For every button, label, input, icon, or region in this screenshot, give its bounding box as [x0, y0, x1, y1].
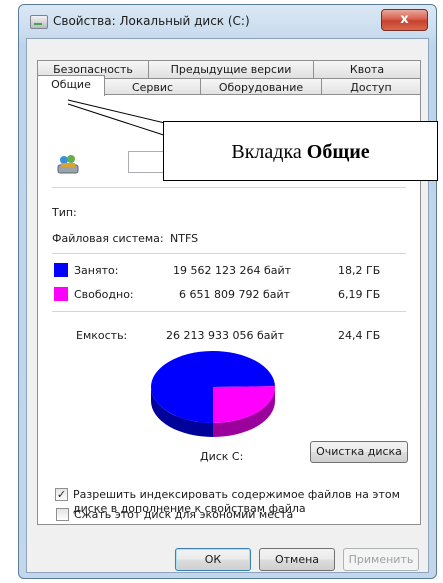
callout-box: Вкладка Общие [163, 121, 438, 181]
type-label: Тип: [52, 206, 77, 219]
free-bytes: 6 651 809 792 байт [179, 288, 291, 301]
divider [52, 187, 406, 188]
dialog-body: Безопасность Предыдущие версии Квота Общ… [26, 38, 429, 573]
index-label-line1: Разрешить индексировать содержимое файло… [73, 488, 400, 501]
free-size: 6,19 ГБ [338, 288, 381, 301]
compress-checkbox[interactable] [56, 508, 69, 521]
properties-window: Свойства: Локальный диск (C:) x Безопасн… [18, 4, 437, 579]
disk-usage-pie-chart [151, 351, 275, 437]
used-bytes: 19 562 123 264 байт [173, 264, 292, 277]
capacity-size: 24,4 ГБ [338, 329, 381, 342]
window-title: Свойства: Локальный диск (C:) [53, 14, 250, 28]
index-label-line2: диске в дополнение к свойствам файла [73, 502, 306, 515]
ok-button[interactable]: ОК [175, 548, 251, 571]
drive-icon [30, 15, 48, 29]
apply-button[interactable]: Применить [343, 548, 419, 571]
used-label: Занято: [74, 264, 119, 277]
divider [52, 311, 406, 312]
tab-quota[interactable]: Квота [313, 60, 421, 78]
divider [52, 253, 406, 254]
close-button[interactable]: x [381, 9, 428, 31]
callout-prefix: Вкладка [231, 141, 307, 163]
used-size: 18,2 ГБ [338, 264, 381, 277]
users-drive-icon [57, 155, 79, 174]
capacity-label: Емкость: [76, 329, 128, 342]
filesystem-label: Файловая система: [52, 232, 164, 245]
tab-general[interactable]: Общие [37, 75, 105, 96]
filesystem-value: NTFS [170, 232, 199, 245]
cancel-button[interactable]: Отмена [259, 548, 335, 571]
chart-caption: Диск C: [200, 450, 244, 463]
index-checkbox[interactable]: ✓ [55, 488, 68, 501]
used-color-swatch [54, 263, 68, 277]
callout-bold-text: Общие [306, 141, 370, 163]
free-color-swatch [54, 287, 68, 301]
capacity-bytes: 26 213 933 056 байт [166, 329, 285, 342]
disk-cleanup-button[interactable]: Очистка диска [310, 441, 408, 463]
tab-previous-versions[interactable]: Предыдущие версии [148, 60, 314, 78]
title-bar[interactable]: Свойства: Локальный диск (C:) x [19, 5, 436, 37]
free-label: Свободно: [74, 288, 134, 301]
